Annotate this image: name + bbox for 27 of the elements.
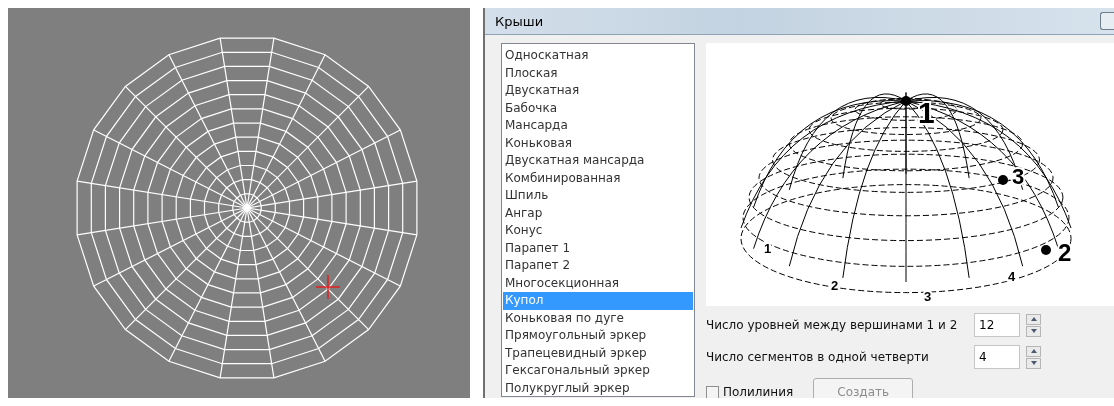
list-item[interactable]: Конус [503,222,693,240]
list-item[interactable]: Бабочка [503,99,693,117]
parameter-label: Число уровней между вершинами 1 и 2 [706,318,959,332]
list-item[interactable]: Парапет 2 [503,257,693,275]
list-item[interactable]: Прямоугольный эркер [503,327,693,345]
list-item[interactable]: Мансарда [503,117,693,135]
list-item[interactable]: Многосекционная [503,274,693,292]
list-item[interactable]: Односкатная [503,47,693,65]
list-item[interactable]: Двускатная [503,82,693,100]
window-title: Крыши [494,13,544,29]
list-item[interactable]: Ангар [503,204,693,222]
list-item[interactable]: Плоская [503,64,693,82]
list-item[interactable]: Трапецевидный эркер [503,344,693,362]
list-item[interactable]: Гексагональный эркер [503,362,693,380]
checkbox-label: Полилиния [723,385,794,398]
segment-label: 3 [924,289,932,304]
list-item[interactable]: Комбинированная [503,169,693,187]
number-field[interactable]: 4 [974,345,1020,369]
list-item[interactable]: Шпиль [503,187,693,205]
list-item[interactable]: Коньковая [503,134,693,152]
list-item[interactable]: Полукруглый эркер [503,379,693,397]
list-item[interactable]: Коньковая по дуге [503,309,693,327]
list-item[interactable]: Парапет 1 [503,239,693,257]
number-field[interactable]: 12 [974,313,1020,337]
parameter-label: Число сегментов в одной четверти [706,350,930,364]
list-item[interactable]: Двускатная мансарда [503,152,693,170]
segment-label: 1 [764,241,772,256]
